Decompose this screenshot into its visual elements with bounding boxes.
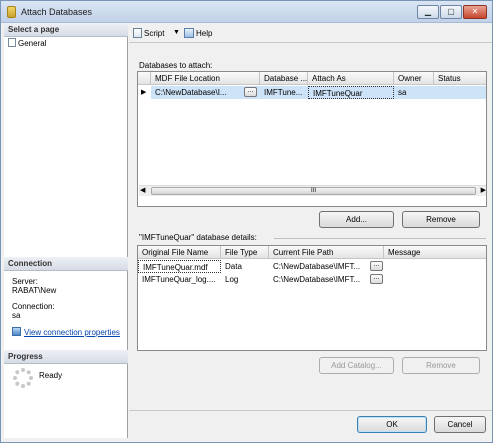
column-header-message[interactable]: Message bbox=[384, 246, 486, 259]
maximize-button[interactable]: ▢ bbox=[440, 5, 462, 19]
details-grid: Original File Name File Type Current Fil… bbox=[137, 245, 487, 351]
connection-header: Connection bbox=[4, 257, 128, 271]
select-page-header: Select a page bbox=[4, 23, 128, 37]
details-separator bbox=[274, 238, 486, 239]
toolbar: Script ▼ Help bbox=[129, 23, 492, 43]
column-header-status[interactable]: Status bbox=[434, 72, 486, 85]
ok-button[interactable]: OK bbox=[357, 416, 427, 433]
message-cell bbox=[384, 273, 486, 286]
dialog-footer: OK Cancel bbox=[129, 410, 492, 442]
file-path-cell[interactable]: C:\NewDatabase\IMFT... bbox=[269, 273, 367, 286]
column-header-owner[interactable]: Owner bbox=[394, 72, 434, 85]
attach-grid: MDF File Location Database ... Attach As… bbox=[137, 71, 487, 207]
script-label: Script bbox=[144, 29, 165, 38]
script-dropdown-arrow-icon[interactable]: ▼ bbox=[173, 29, 180, 36]
database-cell[interactable]: IMFTune... bbox=[260, 86, 308, 99]
file-name-cell[interactable]: IMFTuneQuar.mdf bbox=[138, 260, 221, 273]
progress-header: Progress bbox=[4, 350, 128, 364]
database-details-label: "IMFTuneQuar" database details: bbox=[139, 233, 257, 242]
column-header-file-type[interactable]: File Type bbox=[221, 246, 269, 259]
mdf-location-cell[interactable]: C:\NewDatabase\I... bbox=[151, 86, 243, 99]
connection-value: sa bbox=[12, 311, 21, 320]
help-button[interactable]: Help bbox=[184, 28, 212, 38]
browse-mdf-button[interactable]: ... bbox=[244, 87, 257, 97]
file-type-cell[interactable]: Data bbox=[221, 260, 269, 273]
add-catalog-button[interactable]: Add Catalog... bbox=[319, 357, 394, 374]
file-name-cell[interactable]: IMFTuneQuar_log.... bbox=[138, 273, 221, 286]
scroll-left-icon[interactable]: ◀ bbox=[140, 186, 145, 194]
status-cell bbox=[434, 86, 486, 99]
progress-status: Ready bbox=[39, 371, 63, 380]
connection-label: Connection: bbox=[12, 302, 55, 311]
column-header-attach-as[interactable]: Attach As bbox=[308, 72, 394, 85]
row-selector-arrow-icon[interactable]: ▶ bbox=[138, 86, 151, 99]
file-type-cell[interactable]: Log bbox=[221, 273, 269, 286]
attach-as-cell[interactable]: IMFTuneQuar bbox=[308, 86, 394, 99]
main-pane: Script ▼ Help Databases to attach: MDF F… bbox=[129, 23, 492, 410]
left-pane: Select a page General Connection Server:… bbox=[4, 23, 128, 438]
browse-file-button[interactable]: ... bbox=[370, 274, 383, 284]
page-icon bbox=[8, 38, 16, 47]
view-connection-link[interactable]: View connection properties bbox=[24, 328, 120, 337]
horizontal-scrollbar[interactable]: ◀ III ▶ bbox=[139, 185, 486, 196]
script-icon bbox=[133, 28, 142, 38]
column-header-database[interactable]: Database ... bbox=[260, 72, 308, 85]
attach-databases-dialog: Attach Databases ▁ ▢ ✕ Select a page Gen… bbox=[0, 0, 493, 443]
scroll-thumb[interactable]: III bbox=[151, 187, 476, 195]
scroll-right-icon[interactable]: ▶ bbox=[481, 186, 486, 194]
help-icon bbox=[184, 28, 194, 38]
column-header-current-file-path[interactable]: Current File Path bbox=[269, 246, 384, 259]
message-cell bbox=[384, 260, 486, 273]
title-bar: Attach Databases ▁ ▢ ✕ bbox=[1, 1, 492, 23]
connection-properties-icon bbox=[12, 327, 21, 336]
server-label: Server: bbox=[12, 277, 38, 286]
column-header-mdf[interactable]: MDF File Location bbox=[151, 72, 260, 85]
page-item-general[interactable]: General bbox=[8, 38, 46, 48]
view-connection-properties[interactable]: View connection properties bbox=[12, 327, 120, 337]
column-header-original-file-name[interactable]: Original File Name bbox=[138, 246, 221, 259]
help-label: Help bbox=[196, 29, 213, 38]
cancel-button[interactable]: Cancel bbox=[434, 416, 486, 433]
page-item-label: General bbox=[18, 39, 47, 48]
server-value: RABAT\New bbox=[12, 286, 57, 295]
file-path-cell[interactable]: C:\NewDatabase\IMFT... bbox=[269, 260, 367, 273]
remove-file-button[interactable]: Remove bbox=[402, 357, 480, 374]
minimize-button[interactable]: ▁ bbox=[417, 5, 439, 19]
close-button[interactable]: ✕ bbox=[463, 5, 487, 19]
remove-button[interactable]: Remove bbox=[402, 211, 480, 228]
row-header-corner bbox=[138, 72, 151, 85]
owner-cell[interactable]: sa bbox=[394, 86, 434, 99]
window-title: Attach Databases bbox=[21, 7, 93, 17]
databases-to-attach-label: Databases to attach: bbox=[139, 61, 213, 70]
progress-spinner-icon bbox=[13, 368, 33, 388]
add-button[interactable]: Add... bbox=[319, 211, 394, 228]
script-button[interactable]: Script bbox=[133, 28, 164, 38]
database-icon bbox=[7, 6, 16, 18]
browse-file-button[interactable]: ... bbox=[370, 261, 383, 271]
